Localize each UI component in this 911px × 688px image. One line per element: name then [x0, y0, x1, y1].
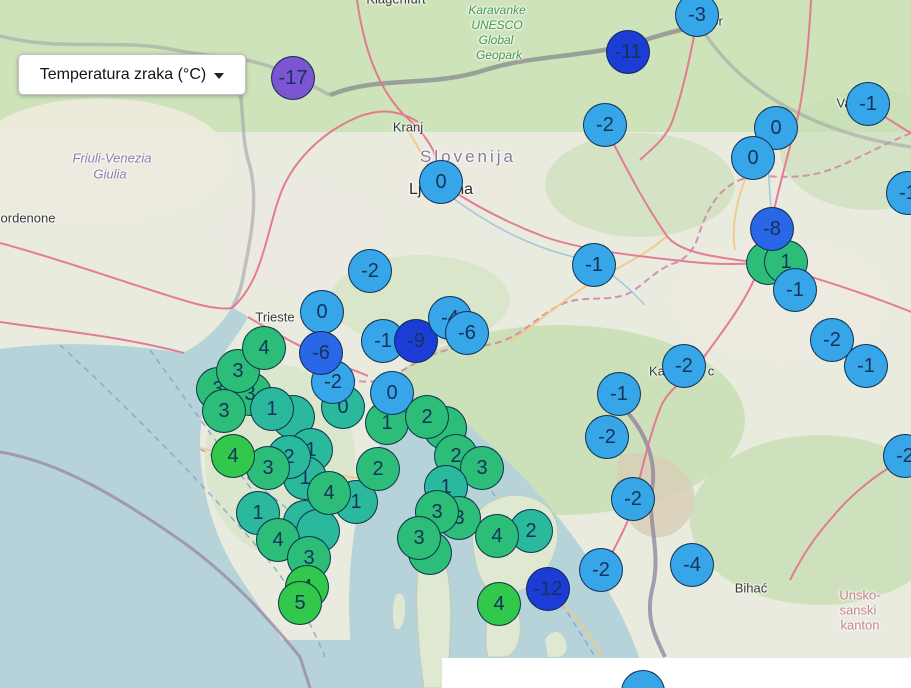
temperature-marker[interactable]: 0 [731, 136, 775, 180]
temperature-marker[interactable]: -8 [750, 207, 794, 251]
temperature-marker[interactable]: -17 [271, 56, 315, 100]
weather-map-app: KlagenfurtKaravankeUNESCOGlobalGeoparkor… [0, 0, 911, 688]
temperature-marker[interactable]: 2 [356, 447, 400, 491]
temperature-marker[interactable]: 4 [475, 514, 519, 558]
temperature-marker[interactable]: 2 [405, 395, 449, 439]
temperature-marker[interactable]: -2 [662, 344, 706, 388]
temperature-marker[interactable]: -12 [526, 567, 570, 611]
temperature-marker[interactable]: 4 [477, 582, 521, 626]
temperature-marker[interactable]: 3 [202, 389, 246, 433]
map[interactable]: KlagenfurtKaravankeUNESCOGlobalGeoparkor… [0, 0, 911, 688]
temperature-marker[interactable]: -1 [773, 268, 817, 312]
layer-dropdown[interactable]: Temperatura zraka (°C) [18, 54, 246, 95]
temperature-marker[interactable]: 1 [250, 387, 294, 431]
temperature-marker[interactable]: -1 [572, 243, 616, 287]
temperature-marker[interactable]: -11 [606, 30, 650, 74]
temperature-marker[interactable]: 4 [307, 471, 351, 515]
temperature-marker[interactable]: -1 [846, 82, 890, 126]
temperature-marker[interactable]: -6 [299, 331, 343, 375]
temperature-marker[interactable]: -2 [611, 477, 655, 521]
temperature-marker[interactable]: 0 [419, 160, 463, 204]
temperature-marker[interactable]: -1 [844, 344, 888, 388]
temperature-marker[interactable]: -2 [585, 415, 629, 459]
empty-tile-area [442, 658, 911, 688]
temperature-marker[interactable]: -6 [445, 311, 489, 355]
temperature-marker[interactable]: 3 [397, 516, 441, 560]
temperature-marker[interactable]: 0 [300, 290, 344, 334]
temperature-marker[interactable]: -1 [597, 372, 641, 416]
temperature-marker[interactable]: 4 [242, 326, 286, 370]
temperature-marker[interactable]: -2 [348, 249, 392, 293]
temperature-marker[interactable]: -2 [579, 548, 623, 592]
temperature-marker[interactable]: 5 [278, 581, 322, 625]
temperature-marker[interactable]: -2 [583, 103, 627, 147]
temperature-marker[interactable]: -4 [670, 543, 714, 587]
layer-dropdown-label: Temperatura zraka (°C) [39, 65, 207, 83]
chevron-down-icon [214, 72, 225, 79]
temperature-marker[interactable]: 4 [211, 434, 255, 478]
